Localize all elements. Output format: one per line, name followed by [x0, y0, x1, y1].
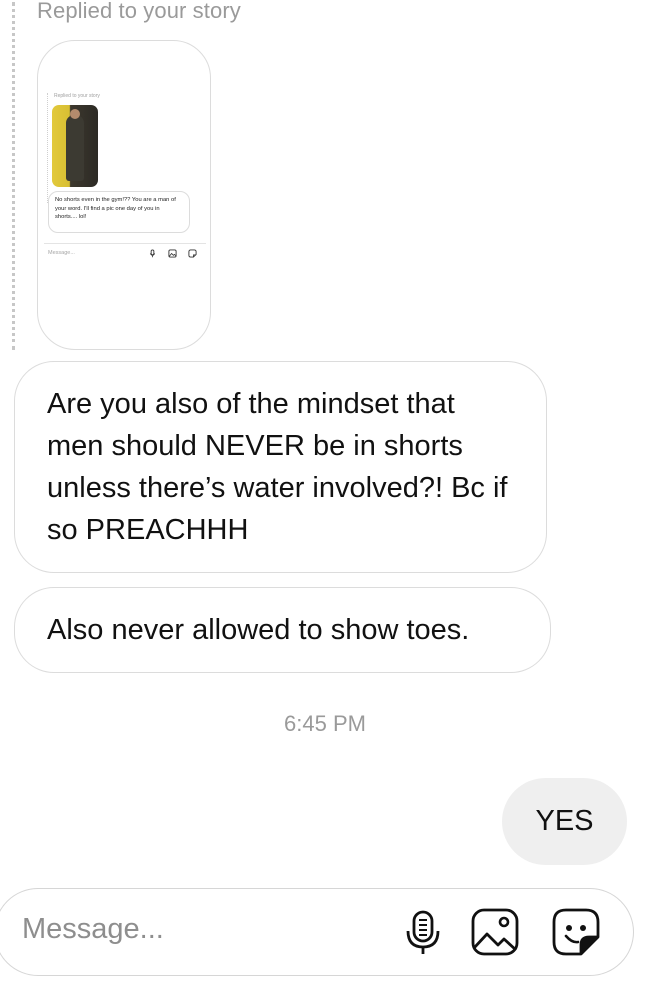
- image-icon[interactable]: [470, 907, 520, 957]
- mini-microphone-icon: [148, 249, 157, 258]
- message-composer[interactable]: Message...: [0, 888, 634, 976]
- mini-photo-person: [66, 115, 84, 181]
- received-message-bubble[interactable]: Are you also of the mindset that men sho…: [14, 361, 547, 573]
- reply-thread-line: [12, 2, 15, 350]
- timestamp: 6:45 PM: [284, 711, 366, 736]
- mini-reply-label: Replied to your story: [54, 93, 100, 99]
- story-preview[interactable]: Replied to your story No shorts even in …: [37, 40, 211, 350]
- received-message-bubble[interactable]: Also never allowed to show toes.: [14, 587, 551, 673]
- mini-message-bubble: No shorts even in the gym!?? You are a m…: [48, 191, 190, 233]
- mini-image-icon: [168, 249, 177, 258]
- microphone-icon[interactable]: [398, 907, 448, 957]
- mini-photo-head: [70, 109, 80, 119]
- mini-reply-line: [47, 93, 48, 203]
- message-input[interactable]: Message...: [22, 913, 164, 946]
- sticker-icon[interactable]: [551, 907, 601, 957]
- message-text: Are you also of the mindset that men sho…: [47, 388, 508, 546]
- sent-message-bubble[interactable]: YES: [502, 778, 627, 865]
- reply-label: Replied to your story: [37, 0, 241, 23]
- mini-story-photo: [52, 105, 98, 187]
- mini-composer-placeholder: Message...: [48, 250, 75, 256]
- mini-sticker-icon: [188, 249, 197, 258]
- message-text: Also never allowed to show toes.: [47, 614, 470, 646]
- mini-composer: Message...: [44, 243, 206, 261]
